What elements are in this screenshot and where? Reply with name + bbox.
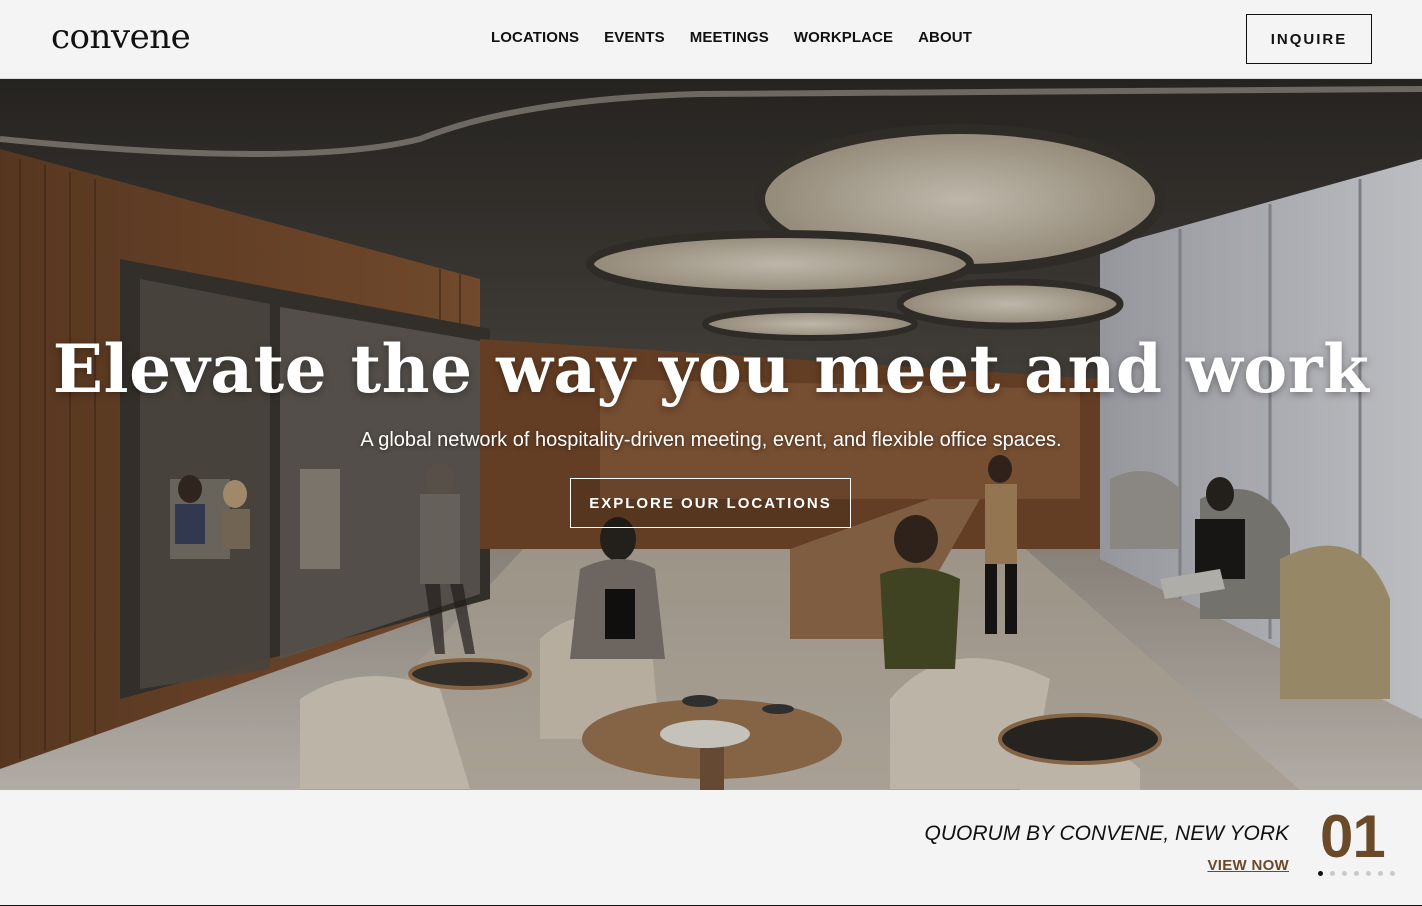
slide-number: 01 (1320, 803, 1386, 870)
nav-item-meetings[interactable]: MEETINGS (690, 29, 769, 47)
slide-dot[interactable] (1378, 871, 1383, 876)
main-nav: LOCATIONS EVENTS MEETINGS WORKPLACE ABOU… (491, 29, 972, 47)
view-now-link[interactable]: VIEW NOW (1207, 857, 1289, 874)
slide-dot[interactable] (1342, 871, 1347, 876)
slide-pagination (1318, 871, 1395, 876)
nav-item-workplace[interactable]: WORKPLACE (794, 29, 893, 47)
convene-logo[interactable]: convene (51, 17, 191, 57)
nav-item-locations[interactable]: LOCATIONS (491, 29, 579, 47)
slide-caption: QUORUM BY CONVENE, NEW YORK VIEW NOW 01 (0, 790, 1422, 906)
hero-subtitle: A global network of hospitality-driven m… (360, 429, 1062, 451)
nav-item-events[interactable]: EVENTS (604, 29, 665, 47)
site-header: convene LOCATIONS EVENTS MEETINGS WORKPL… (0, 0, 1422, 79)
nav-item-about[interactable]: ABOUT (918, 29, 972, 47)
hero-title: Elevate the way you meet and work (52, 330, 1370, 408)
slide-dot[interactable] (1366, 871, 1371, 876)
slide-dot[interactable] (1390, 871, 1395, 876)
explore-locations-button[interactable]: EXPLORE OUR LOCATIONS (570, 478, 851, 528)
inquire-button[interactable]: INQUIRE (1246, 14, 1372, 64)
slide-dot[interactable] (1318, 871, 1323, 876)
hero-section: Elevate the way you meet and work A glob… (0, 79, 1422, 790)
slide-dot[interactable] (1354, 871, 1359, 876)
slide-dot[interactable] (1330, 871, 1335, 876)
slide-location-title: QUORUM BY CONVENE, NEW YORK (924, 822, 1289, 845)
